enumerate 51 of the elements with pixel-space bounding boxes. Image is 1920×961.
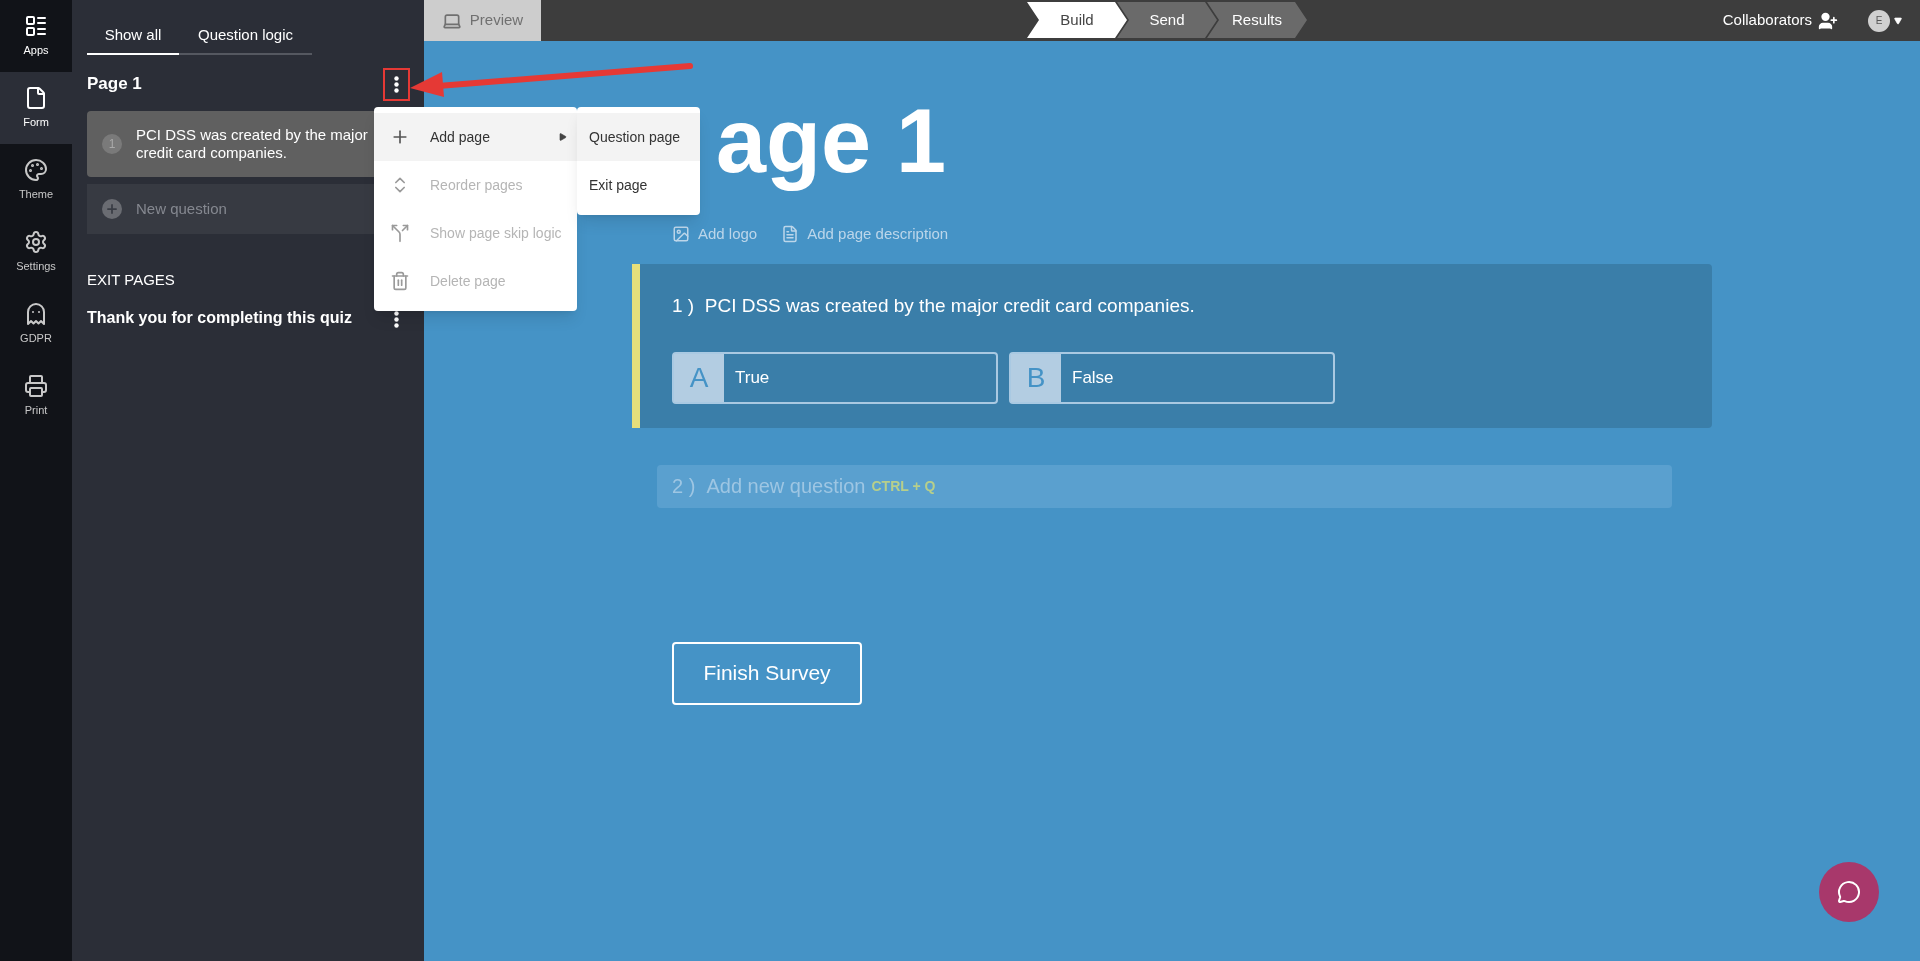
image-icon — [672, 225, 690, 244]
step-tab[interactable]: Results — [1207, 2, 1307, 38]
chat-button[interactable] — [1819, 862, 1879, 922]
nav-item[interactable]: Print — [0, 360, 72, 432]
question-title: 1 ) PCI DSS was created by the major credit card companies. — [672, 293, 1196, 318]
page-menu-button[interactable] — [383, 67, 410, 101]
nav-item[interactable]: GDPR — [0, 288, 72, 360]
trash-icon — [390, 271, 410, 291]
avatar: E — [1868, 9, 1890, 32]
question-text: PCI DSS was created by the major credit card companies. — [136, 126, 369, 162]
chat-icon — [1837, 880, 1861, 904]
more-icon — [394, 75, 399, 93]
option-letter: B — [1011, 354, 1061, 402]
document-icon — [24, 85, 48, 110]
sidebar-tab[interactable]: Question logic — [179, 17, 312, 55]
step-tab[interactable]: Build — [1027, 2, 1127, 38]
exit-page-title: Thank you for completing this quiz — [87, 307, 352, 328]
add-question-text: 2 ) Add new question — [672, 474, 866, 499]
submenu-item[interactable]: Question page — [577, 113, 700, 161]
step-tab[interactable]: Send — [1117, 2, 1217, 38]
submenu-item[interactable]: Exit page — [577, 161, 700, 209]
caret-icon — [1894, 16, 1902, 25]
sidebar-tab[interactable]: Show all — [87, 17, 179, 55]
option-letter: A — [674, 354, 724, 402]
question-card[interactable]: 1 ) PCI DSS was created by the major credit card companies. A True B False — [632, 263, 1712, 428]
account-menu[interactable]: E — [1868, 9, 1902, 32]
option-label: False — [1072, 367, 1114, 390]
nav-item[interactable]: Settings — [0, 216, 72, 288]
answer-option[interactable]: B False — [1009, 352, 1335, 404]
shortcut-hint: CTRL + Q — [871, 476, 936, 496]
nav-item[interactable]: Apps — [0, 0, 72, 72]
answer-option[interactable]: A True — [672, 352, 998, 404]
palette-icon — [24, 157, 48, 182]
printer-icon — [24, 373, 48, 398]
preview-button[interactable]: Preview — [424, 0, 541, 41]
settings-icon — [24, 229, 48, 254]
option-label: True — [735, 367, 770, 390]
page-title: age 1 — [716, 91, 947, 191]
nav-item[interactable]: Theme — [0, 144, 72, 216]
section-heading: EXIT PAGES — [87, 270, 175, 290]
plus-icon — [102, 199, 122, 219]
list-icon — [24, 13, 48, 38]
page-heading: Page 1 — [87, 73, 142, 96]
nav-item[interactable]: Form — [0, 72, 72, 144]
finish-survey-button[interactable]: Finish Survey — [672, 641, 862, 705]
collaborators-button[interactable]: Collaborators — [1722, 9, 1838, 32]
split-arrow-icon — [390, 223, 410, 243]
ghost-icon — [24, 301, 48, 326]
menu-item[interactable]: Add page — [374, 113, 577, 161]
document-icon — [781, 225, 800, 244]
add-user-icon — [1818, 10, 1838, 31]
